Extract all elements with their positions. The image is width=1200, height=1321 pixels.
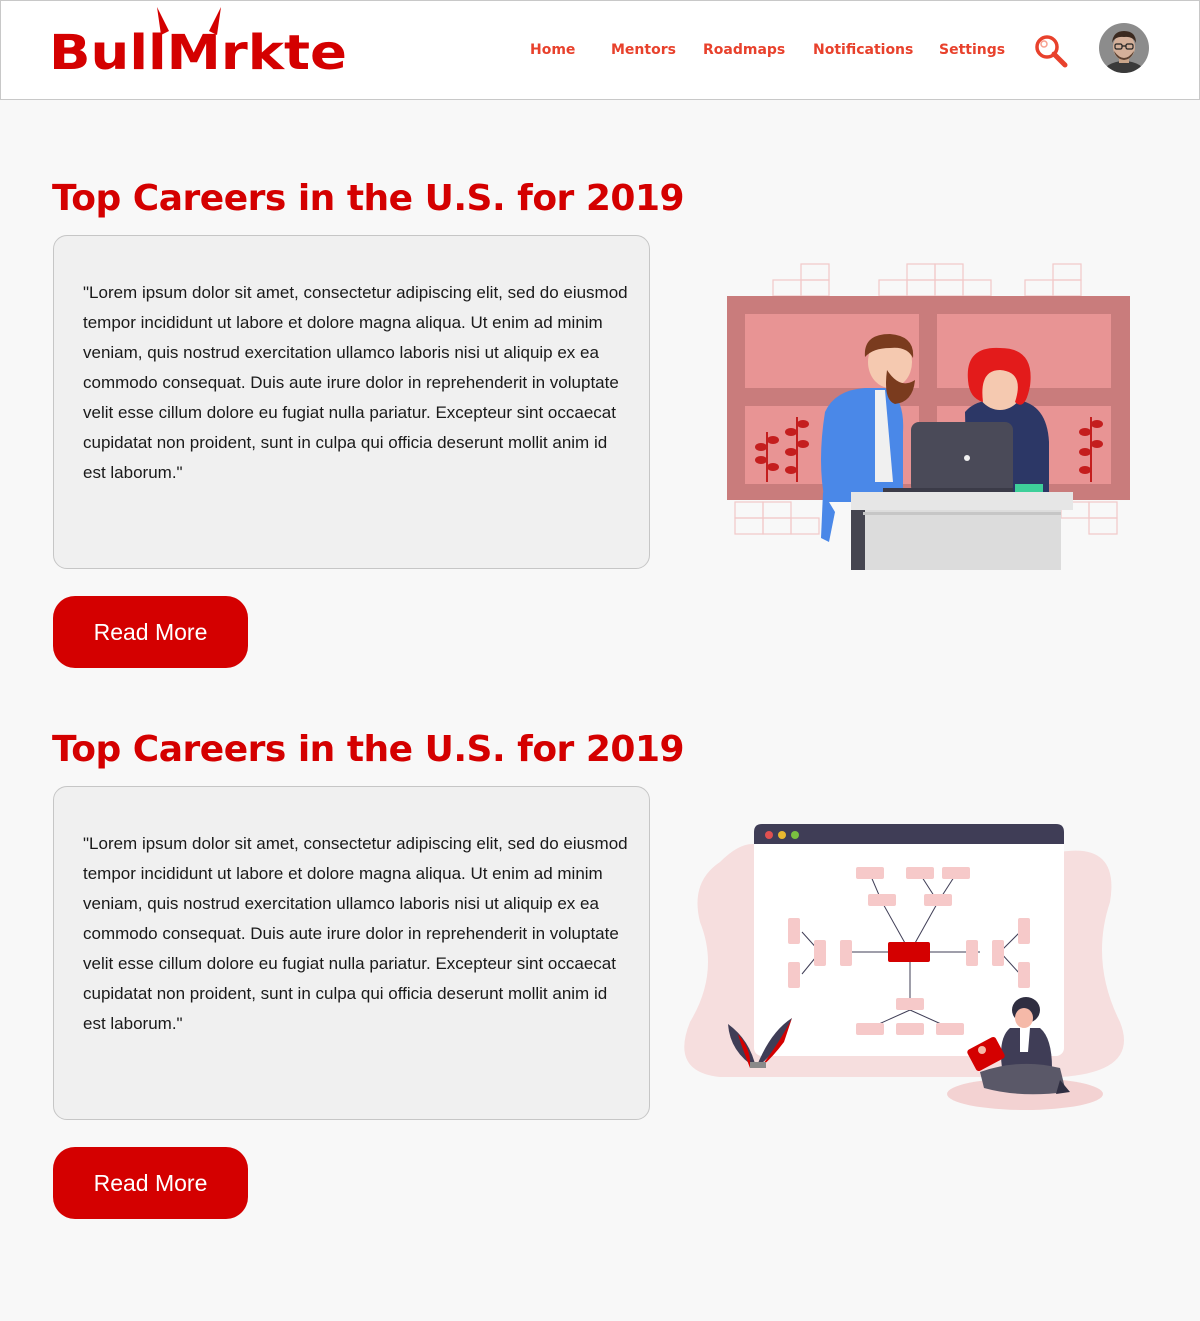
nav-notifications[interactable]: Notifications	[813, 42, 913, 58]
article-body: "Lorem ipsum dolor sit amet, consectetur…	[83, 283, 628, 482]
article-title: Top Careers in the U.S. for 2019	[52, 178, 685, 219]
nav-mentors[interactable]: Mentors	[611, 42, 676, 58]
read-more-button[interactable]: Read More	[53, 596, 248, 668]
mind-map-browser-illustration	[684, 824, 1124, 1110]
bullmrkte-logo[interactable]: BullMrkte	[49, 5, 349, 75]
nav-home[interactable]: Home	[530, 42, 575, 58]
nav-roadmaps[interactable]: Roadmaps	[703, 42, 785, 58]
read-more-button[interactable]: Read More	[53, 1147, 248, 1219]
svg-text:BullMrkte: BullMrkte	[49, 25, 347, 75]
nav-settings[interactable]: Settings	[939, 42, 1005, 58]
article-card: "Lorem ipsum dolor sit amet, consectetur…	[53, 786, 650, 1120]
article-body: "Lorem ipsum dolor sit amet, consectetur…	[83, 834, 628, 1033]
article-card: "Lorem ipsum dolor sit amet, consectetur…	[53, 235, 650, 569]
two-people-at-laptop-illustration	[727, 263, 1130, 570]
search-icon[interactable]	[1033, 33, 1069, 69]
article-title: Top Careers in the U.S. for 2019	[52, 729, 685, 770]
top-navbar: BullMrkte Home Mentors Roadmaps Notifica…	[0, 0, 1200, 100]
user-avatar[interactable]	[1099, 23, 1149, 73]
